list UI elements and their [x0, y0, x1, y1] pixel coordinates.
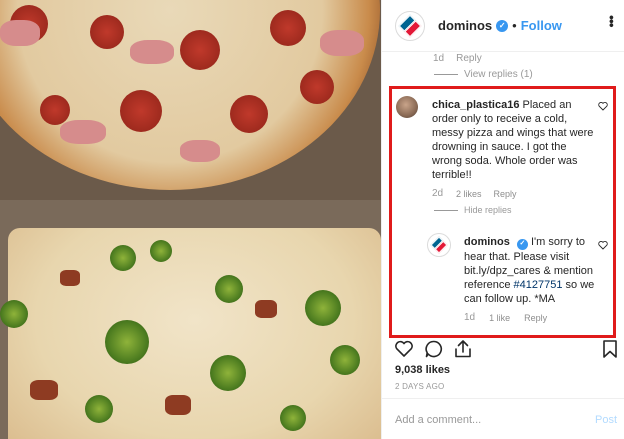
- comment-username[interactable]: chica_plastica16: [432, 99, 519, 111]
- divider-line: [434, 209, 458, 211]
- reply-button[interactable]: Reply: [494, 189, 517, 199]
- comment-age: 1d: [433, 53, 445, 64]
- reply-button[interactable]: Reply: [456, 53, 482, 64]
- verified-badge-icon: ✓: [496, 19, 509, 32]
- commenter-avatar[interactable]: [396, 96, 418, 118]
- dominos-logo-icon: [398, 14, 422, 37]
- reference-link[interactable]: #4127751: [514, 279, 563, 291]
- reply-meta: 1d 1 like Reply: [464, 312, 547, 323]
- like-reply-icon[interactable]: [598, 240, 608, 250]
- post-header: dominos ✓ • Follow •••: [382, 0, 624, 52]
- reply-button[interactable]: Reply: [524, 313, 547, 323]
- add-comment-bar: Add a comment... Post: [382, 398, 624, 439]
- likes-count[interactable]: 9,038 likes: [395, 364, 450, 376]
- previous-comment-meta: 1d Reply: [433, 53, 482, 64]
- like-icon[interactable]: [394, 339, 414, 359]
- hide-replies-label[interactable]: Hide replies: [464, 205, 512, 215]
- like-comment-icon[interactable]: [598, 101, 608, 111]
- follow-button[interactable]: Follow: [521, 18, 562, 33]
- reply-username[interactable]: dominos: [464, 236, 510, 248]
- comment-meta: 2d 2 likes Reply: [432, 188, 517, 199]
- reply-avatar[interactable]: [427, 233, 451, 257]
- more-options-icon[interactable]: •••: [604, 15, 620, 27]
- divider-line: [434, 74, 458, 75]
- comment-icon[interactable]: [424, 339, 444, 359]
- add-comment-input[interactable]: Add a comment...: [395, 414, 481, 426]
- share-icon[interactable]: [453, 339, 473, 359]
- posted-time: 2 DAYS AGO: [395, 382, 445, 391]
- follow-separator: •: [512, 18, 517, 33]
- reply-text: dominos ✓ I'm sorry to hear that. Please…: [464, 235, 596, 306]
- comment-age: 2d: [432, 188, 444, 199]
- dominos-logo-icon: [430, 236, 448, 254]
- comment-text: chica_plastica16 Placed an order only to…: [432, 98, 597, 182]
- verified-badge-icon: ✓: [516, 238, 528, 250]
- dominos-avatar[interactable]: [395, 10, 425, 41]
- view-replies-label[interactable]: View replies (1): [464, 69, 533, 80]
- comments-panel: dominos ✓ • Follow ••• 1d Reply View rep…: [381, 0, 624, 439]
- reply-likes[interactable]: 1 like: [489, 313, 510, 323]
- post-photo[interactable]: [0, 0, 381, 439]
- save-bookmark-icon[interactable]: [600, 339, 620, 359]
- comment-body: Placed an order only to receive a cold, …: [432, 99, 594, 181]
- comment-likes[interactable]: 2 likes: [456, 189, 482, 199]
- jalapeno-pizza: [8, 228, 381, 439]
- view-replies[interactable]: View replies (1): [434, 69, 533, 80]
- header-username[interactable]: dominos: [438, 18, 492, 33]
- hide-replies[interactable]: Hide replies: [434, 205, 512, 215]
- post-button[interactable]: Post: [595, 414, 617, 426]
- reply-age: 1d: [464, 312, 476, 323]
- post-actions: [382, 339, 624, 363]
